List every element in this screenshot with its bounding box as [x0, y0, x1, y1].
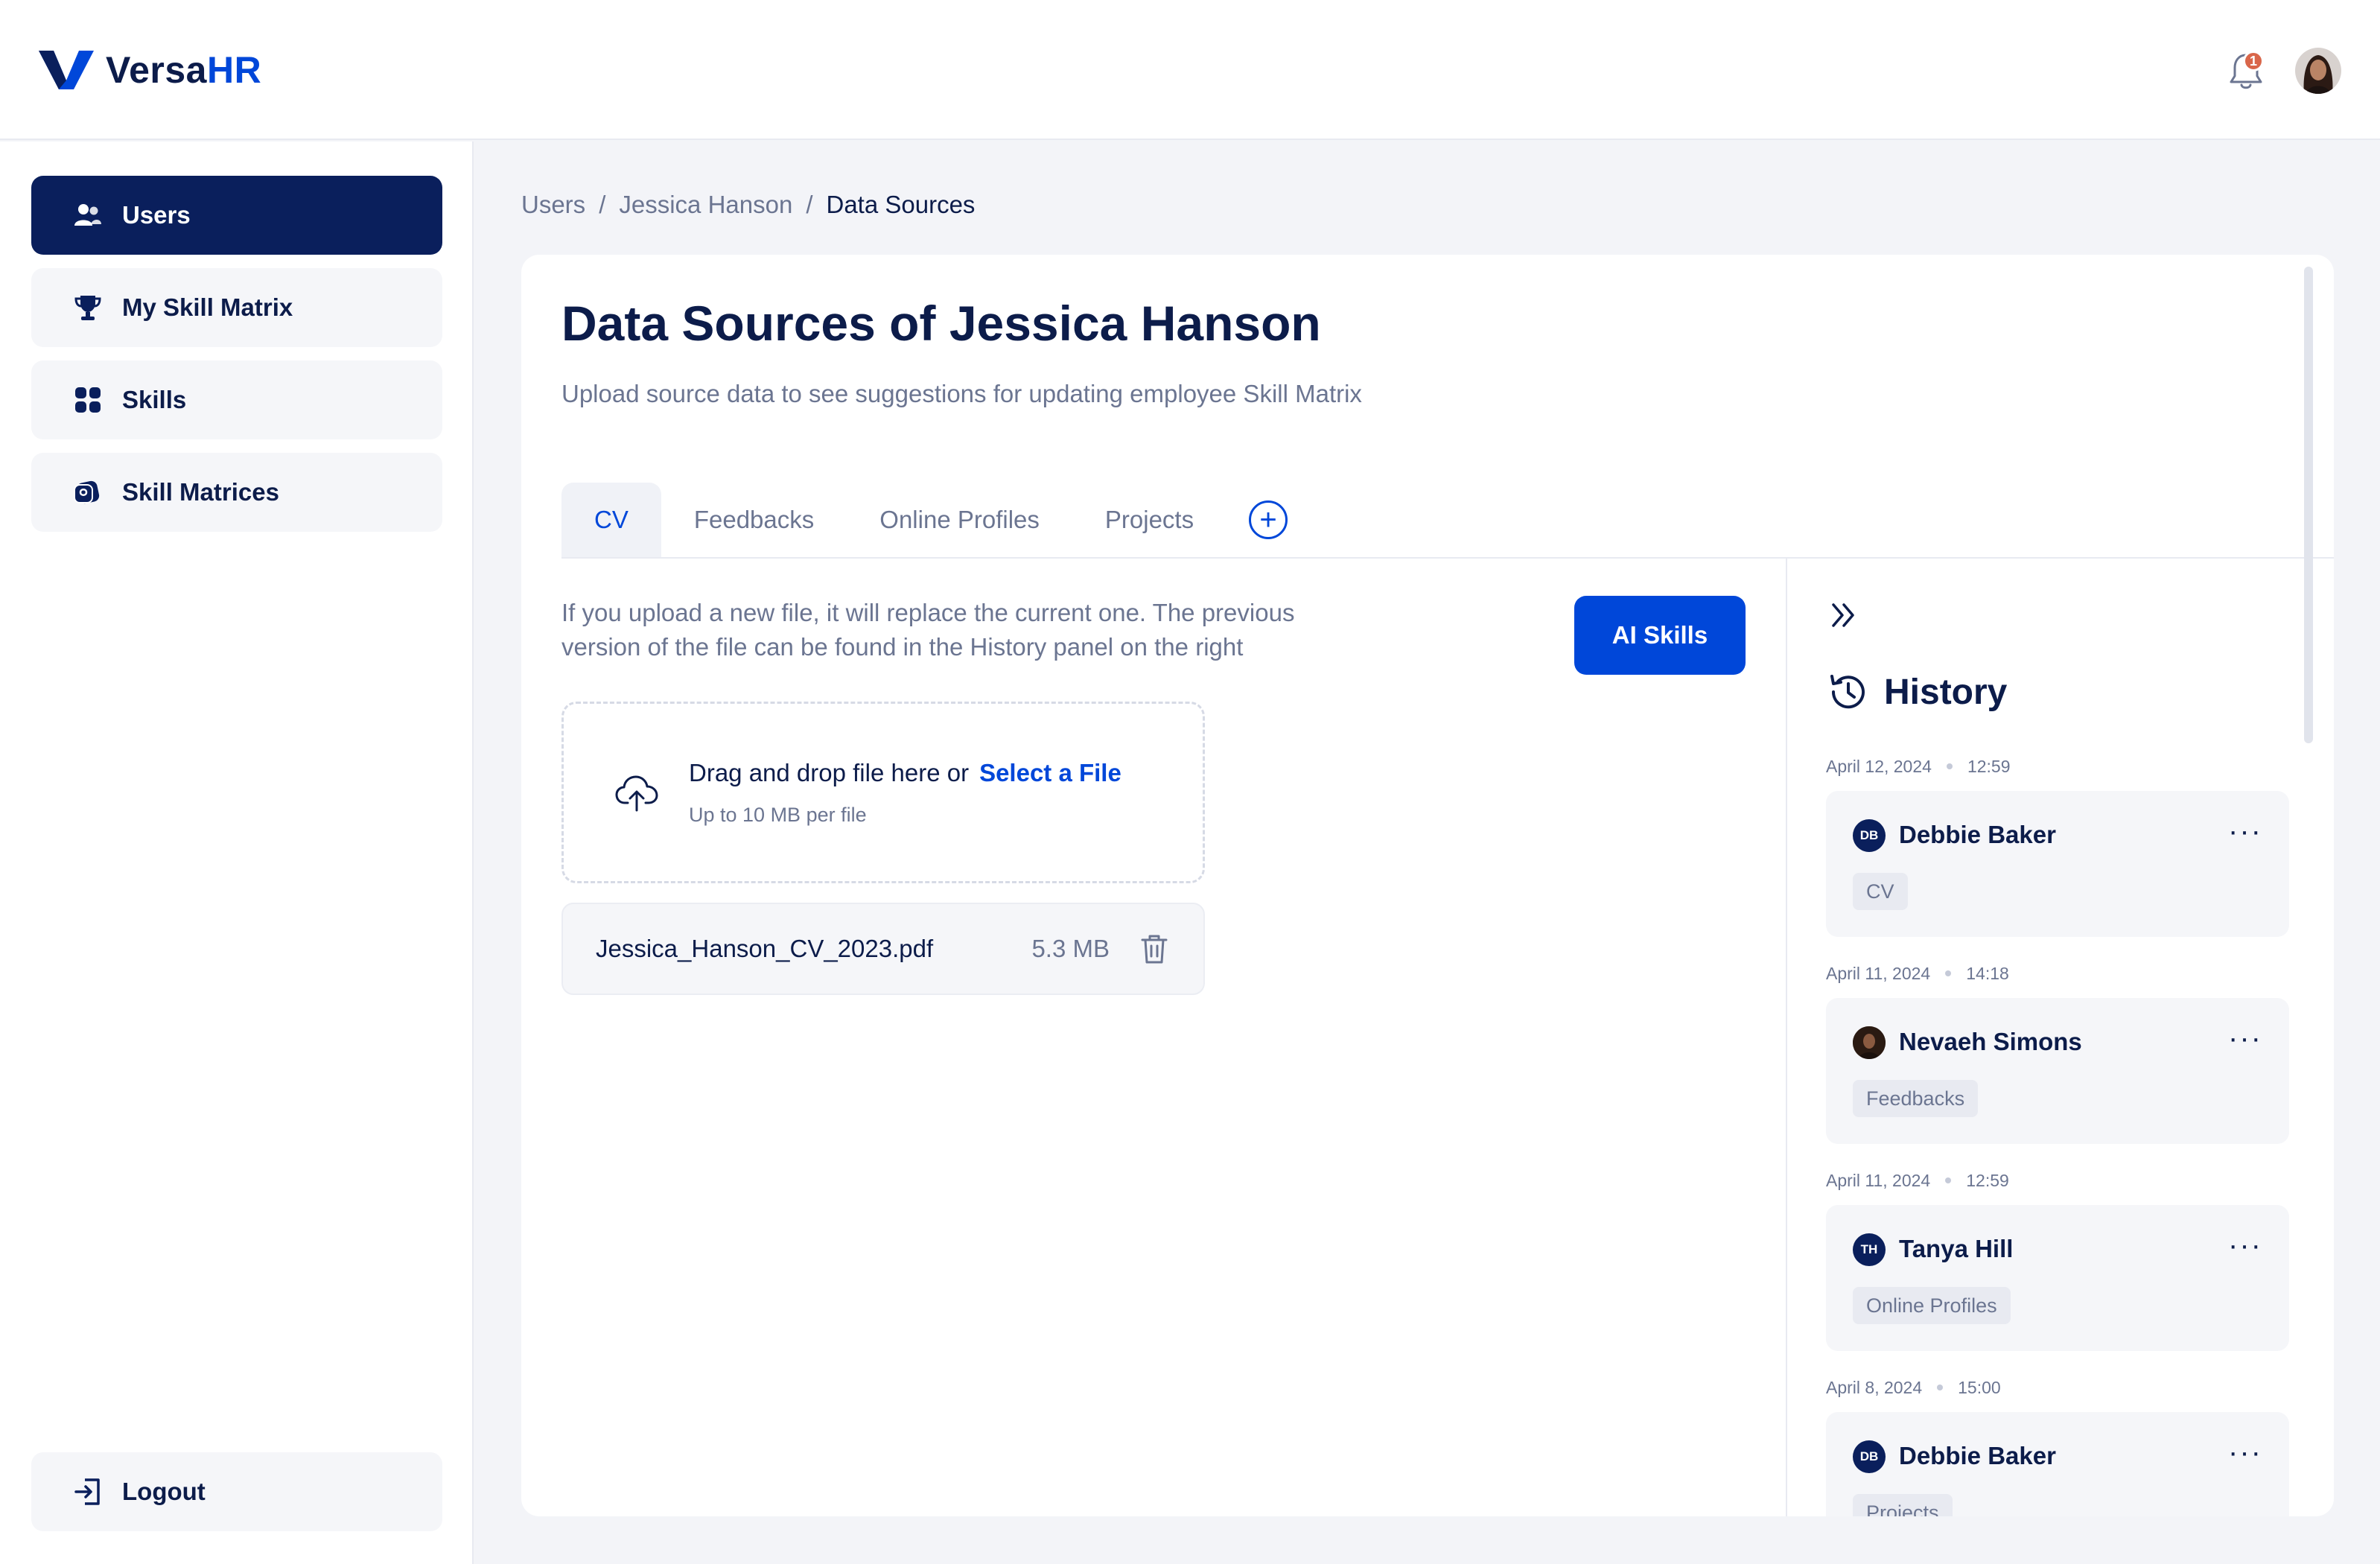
avatar: DB	[1853, 1440, 1886, 1473]
more-options-icon[interactable]: ···	[2228, 1437, 2262, 1467]
logout-button[interactable]: Logout	[31, 1452, 442, 1531]
avatar: TH	[1853, 1233, 1886, 1266]
uploaded-file-row: Jessica_Hanson_CV_2023.pdf 5.3 MB	[561, 903, 1205, 995]
versahr-logo-icon	[39, 51, 94, 89]
history-entry: April 8, 2024 15:00 DB Debbie Baker ··· P…	[1826, 1376, 2289, 1516]
grid-icon	[73, 385, 103, 415]
history-user-name: Debbie Baker	[1899, 821, 2056, 848]
history-date: April 8, 2024 15:00	[1826, 1377, 2001, 1397]
plus-icon: +	[1259, 503, 1277, 536]
sidebar-item-label: Users	[122, 201, 191, 229]
avatar	[1853, 1026, 1886, 1059]
sidebar-item-label: Skill Matrices	[122, 478, 279, 506]
ai-skills-button[interactable]: AI Skills	[1574, 596, 1746, 675]
top-bar: VersaHR 1	[0, 0, 2380, 140]
page-subtitle: Upload source data to see suggestions fo…	[561, 380, 1362, 407]
more-options-icon[interactable]: ···	[2228, 1230, 2262, 1260]
breadcrumb-users[interactable]: Users	[521, 191, 585, 219]
history-card[interactable]: Nevaeh Simons ··· Feedbacks	[1826, 998, 2289, 1144]
tab-feedbacks[interactable]: Feedbacks	[661, 483, 847, 557]
app-name: VersaHR	[106, 49, 262, 91]
breadcrumb-user[interactable]: Jessica Hanson	[619, 191, 792, 219]
history-tag: Projects	[1853, 1494, 1953, 1516]
breadcrumb-separator: /	[599, 191, 606, 218]
users-icon	[73, 200, 103, 230]
history-scrollbar[interactable]	[2304, 267, 2313, 743]
file-size: 5.3 MB	[1031, 935, 1110, 962]
logout-label: Logout	[122, 1478, 206, 1505]
more-options-icon[interactable]: ···	[2228, 816, 2262, 846]
tab-cv[interactable]: CV	[561, 483, 661, 557]
matrix-icon	[73, 477, 103, 507]
history-entry: April 12, 2024 12:59 DB Debbie Baker ··· …	[1826, 755, 2289, 937]
dropzone-text: Drag and drop file here or	[689, 758, 970, 786]
logout-icon	[73, 1477, 103, 1507]
sidebar-item-label: Skills	[122, 386, 187, 413]
history-tag: CV	[1853, 873, 1908, 910]
history-title: History	[1826, 670, 2007, 713]
sidebar-item-my-skill-matrix[interactable]: My Skill Matrix	[31, 268, 442, 347]
history-user-name: Tanya Hill	[1899, 1235, 2014, 1262]
more-options-icon[interactable]: ···	[2228, 1023, 2262, 1053]
tab-online-profiles[interactable]: Online Profiles	[847, 483, 1072, 557]
history-card[interactable]: DB Debbie Baker ··· CV	[1826, 791, 2289, 937]
user-avatar[interactable]	[2295, 48, 2341, 94]
history-panel: History April 12, 2024 12:59 DB Debbie Ba…	[1786, 559, 2334, 1516]
app-logo[interactable]: VersaHR	[37, 48, 261, 92]
history-icon	[1830, 675, 1865, 709]
sidebar: Users My Skill Matrix Skills Skill Matri…	[0, 142, 474, 1564]
sidebar-item-skills[interactable]: Skills	[31, 360, 442, 439]
dropzone-hint: Up to 10 MB per file	[689, 803, 867, 826]
upload-info-text: If you upload a new file, it will replac…	[561, 599, 1295, 661]
history-tag: Online Profiles	[1853, 1287, 2011, 1324]
history-date: April 12, 2024 12:59	[1826, 756, 2011, 776]
breadcrumb-separator: /	[806, 191, 813, 218]
file-dropzone[interactable]: Drag and drop file here or Select a File …	[561, 702, 1205, 883]
history-date: April 11, 2024 14:18	[1826, 963, 2009, 983]
add-tab-button[interactable]: +	[1249, 500, 1288, 539]
history-date: April 11, 2024 12:59	[1826, 1170, 2009, 1190]
history-user-name: Debbie Baker	[1899, 1442, 2056, 1469]
trophy-icon	[73, 293, 103, 322]
history-card[interactable]: DB Debbie Baker ··· Projects	[1826, 1412, 2289, 1516]
trash-icon[interactable]	[1138, 932, 1171, 965]
history-tag: Feedbacks	[1853, 1080, 1979, 1117]
cloud-upload-icon	[615, 775, 658, 812]
sidebar-item-label: My Skill Matrix	[122, 293, 293, 321]
breadcrumb-current: Data Sources	[826, 191, 976, 218]
select-file-link[interactable]: Select a File	[979, 759, 1121, 786]
main-card: Data Sources of Jessica Hanson Upload so…	[521, 255, 2334, 1516]
tab-bar: CV Feedbacks Online Profiles Projects +	[561, 483, 1288, 557]
page-title: Data Sources of Jessica Hanson	[561, 296, 1321, 351]
notification-badge: 1	[2243, 51, 2264, 71]
breadcrumb: Users / Jessica Hanson / Data Sources	[521, 191, 975, 219]
file-name: Jessica_Hanson_CV_2023.pdf	[596, 935, 934, 962]
sidebar-item-skill-matrices[interactable]: Skill Matrices	[31, 453, 442, 532]
history-user-name: Nevaeh Simons	[1899, 1028, 2082, 1055]
history-entry: April 11, 2024 12:59 TH Tanya Hill ··· On…	[1826, 1169, 2289, 1351]
collapse-panel-icon[interactable]	[1826, 597, 1862, 633]
sidebar-item-users[interactable]: Users	[31, 176, 442, 255]
tab-projects[interactable]: Projects	[1072, 483, 1226, 557]
history-card[interactable]: TH Tanya Hill ··· Online Profiles	[1826, 1205, 2289, 1351]
avatar: DB	[1853, 819, 1886, 852]
history-entry: April 11, 2024 14:18 Nevaeh Simons ··· Fe…	[1826, 962, 2289, 1144]
